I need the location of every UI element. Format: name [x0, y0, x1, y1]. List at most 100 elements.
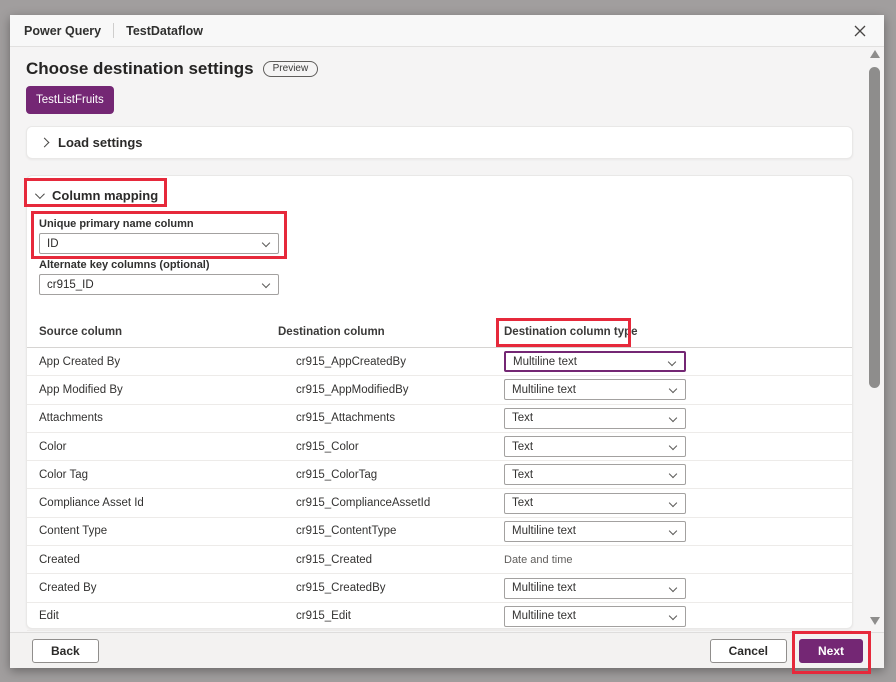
destination-type-cell: Multiline text	[504, 578, 852, 599]
preview-badge: Preview	[263, 61, 319, 77]
type-dropdown[interactable]: Multiline text	[504, 351, 686, 372]
type-dropdown-value: Text	[512, 469, 533, 481]
source-column-cell: Attachments	[39, 412, 278, 424]
table-row: Created By cr915_CreatedBy Multiline tex…	[27, 574, 852, 602]
chevron-down-icon	[262, 280, 270, 288]
source-column-cell: App Created By	[39, 356, 278, 368]
destination-column-cell: cr915_AppCreatedBy	[278, 356, 504, 368]
dialog-header: Power Query TestDataflow	[10, 15, 884, 47]
destination-type-cell: Multiline text	[504, 379, 852, 400]
chevron-down-icon	[262, 239, 270, 247]
table-row: Edit cr915_Edit Multiline text	[27, 603, 852, 631]
scroll-up-arrow-icon[interactable]	[870, 50, 880, 58]
destination-column-cell: cr915_AppModifiedBy	[278, 384, 504, 396]
close-button[interactable]	[850, 21, 870, 41]
unique-primary-value: ID	[47, 238, 59, 250]
destination-type-cell: Multiline text	[504, 351, 852, 372]
type-dropdown[interactable]: Multiline text	[504, 606, 686, 627]
destination-column-cell: cr915_ContentType	[278, 525, 504, 537]
source-column-cell: App Modified By	[39, 384, 278, 396]
chevron-down-icon	[669, 442, 677, 450]
source-column-cell: Edit	[39, 610, 278, 622]
destination-column-cell: cr915_ColorTag	[278, 469, 504, 481]
type-readonly-value: Date and time	[504, 554, 572, 566]
destination-type-cell: Text	[504, 408, 852, 429]
table-row: Color cr915_Color Text	[27, 433, 852, 461]
source-column-cell: Created By	[39, 582, 278, 594]
type-dropdown-value: Multiline text	[513, 356, 577, 368]
column-mapping-header[interactable]: Column mapping	[35, 188, 158, 203]
destination-column-cell: cr915_Created	[278, 554, 504, 566]
type-dropdown-value: Text	[512, 412, 533, 424]
destination-type-cell: Multiline text	[504, 521, 852, 542]
header-divider	[113, 23, 114, 38]
chevron-down-icon	[668, 358, 676, 366]
destination-column-header: Destination column	[278, 326, 504, 338]
scroll-down-arrow-icon[interactable]	[870, 617, 880, 625]
title-row: Choose destination settings Preview	[26, 59, 318, 79]
table-row: Created cr915_Created Date and time	[27, 546, 852, 574]
chevron-right-icon	[40, 138, 50, 148]
table-row: Compliance Asset Id cr915_ComplianceAsse…	[27, 489, 852, 517]
table-row: Attachments cr915_Attachments Text	[27, 405, 852, 433]
dataflow-name: TestDataflow	[126, 24, 203, 38]
destination-type-header: Destination column type	[504, 326, 852, 338]
type-dropdown[interactable]: Text	[504, 436, 686, 457]
chevron-down-icon	[669, 583, 677, 591]
footer-actions: Cancel Next	[710, 639, 863, 663]
destination-column-cell: cr915_CreatedBy	[278, 582, 504, 594]
destination-column-cell: cr915_Edit	[278, 610, 504, 622]
source-column-cell: Created	[39, 554, 278, 566]
next-button[interactable]: Next	[799, 639, 863, 663]
destination-column-cell: cr915_Color	[278, 441, 504, 453]
type-dropdown-value: Multiline text	[512, 525, 576, 537]
source-column-cell: Compliance Asset Id	[39, 497, 278, 509]
load-settings-label: Load settings	[58, 135, 143, 150]
table-row: App Created By cr915_AppCreatedBy Multil…	[27, 348, 852, 376]
destination-type-cell: Text	[504, 493, 852, 514]
unique-primary-dropdown[interactable]: ID	[39, 233, 279, 254]
type-dropdown-value: Multiline text	[512, 582, 576, 594]
chevron-down-icon	[669, 413, 677, 421]
type-dropdown-value: Text	[512, 441, 533, 453]
column-mapping-section: Column mapping Unique primary name colum…	[26, 175, 853, 629]
chevron-down-icon	[669, 470, 677, 478]
type-dropdown[interactable]: Multiline text	[504, 521, 686, 542]
destination-type-cell: Date and time	[504, 554, 852, 566]
cancel-button[interactable]: Cancel	[710, 639, 787, 663]
chevron-down-icon	[35, 189, 45, 199]
chevron-down-icon	[669, 498, 677, 506]
chevron-down-icon	[669, 612, 677, 620]
unique-primary-label: Unique primary name column	[39, 218, 194, 230]
destination-type-cell: Text	[504, 436, 852, 457]
table-row: Content Type cr915_ContentType Multiline…	[27, 518, 852, 546]
type-dropdown[interactable]: Text	[504, 408, 686, 429]
source-column-cell: Color	[39, 441, 278, 453]
table-row: App Modified By cr915_AppModifiedBy Mult…	[27, 376, 852, 404]
close-icon	[854, 25, 866, 37]
mapping-table: App Created By cr915_AppCreatedBy Multil…	[27, 348, 852, 631]
type-dropdown-value: Text	[512, 497, 533, 509]
alternate-key-dropdown[interactable]: cr915_ID	[39, 274, 279, 295]
vertical-scrollbar	[869, 50, 880, 653]
destination-type-cell: Text	[504, 464, 852, 485]
destination-settings-dialog: Power Query TestDataflow Choose destinat…	[10, 15, 884, 668]
chevron-down-icon	[669, 385, 677, 393]
type-dropdown[interactable]: Multiline text	[504, 578, 686, 599]
dialog-content: Choose destination settings Preview Test…	[10, 47, 884, 632]
type-dropdown[interactable]: Text	[504, 464, 686, 485]
entity-tab-testlistfruits[interactable]: TestListFruits	[26, 86, 114, 114]
load-settings-section[interactable]: Load settings	[26, 126, 853, 159]
alternate-key-value: cr915_ID	[47, 279, 94, 291]
type-dropdown[interactable]: Text	[504, 493, 686, 514]
scrollbar-thumb[interactable]	[869, 67, 880, 388]
destination-column-cell: cr915_ComplianceAssetId	[278, 497, 504, 509]
chevron-down-icon	[669, 527, 677, 535]
type-dropdown[interactable]: Multiline text	[504, 379, 686, 400]
destination-column-cell: cr915_Attachments	[278, 412, 504, 424]
back-button[interactable]: Back	[32, 639, 99, 663]
destination-type-cell: Multiline text	[504, 606, 852, 627]
source-column-cell: Color Tag	[39, 469, 278, 481]
table-row: Color Tag cr915_ColorTag Text	[27, 461, 852, 489]
page-title: Choose destination settings	[26, 59, 254, 79]
